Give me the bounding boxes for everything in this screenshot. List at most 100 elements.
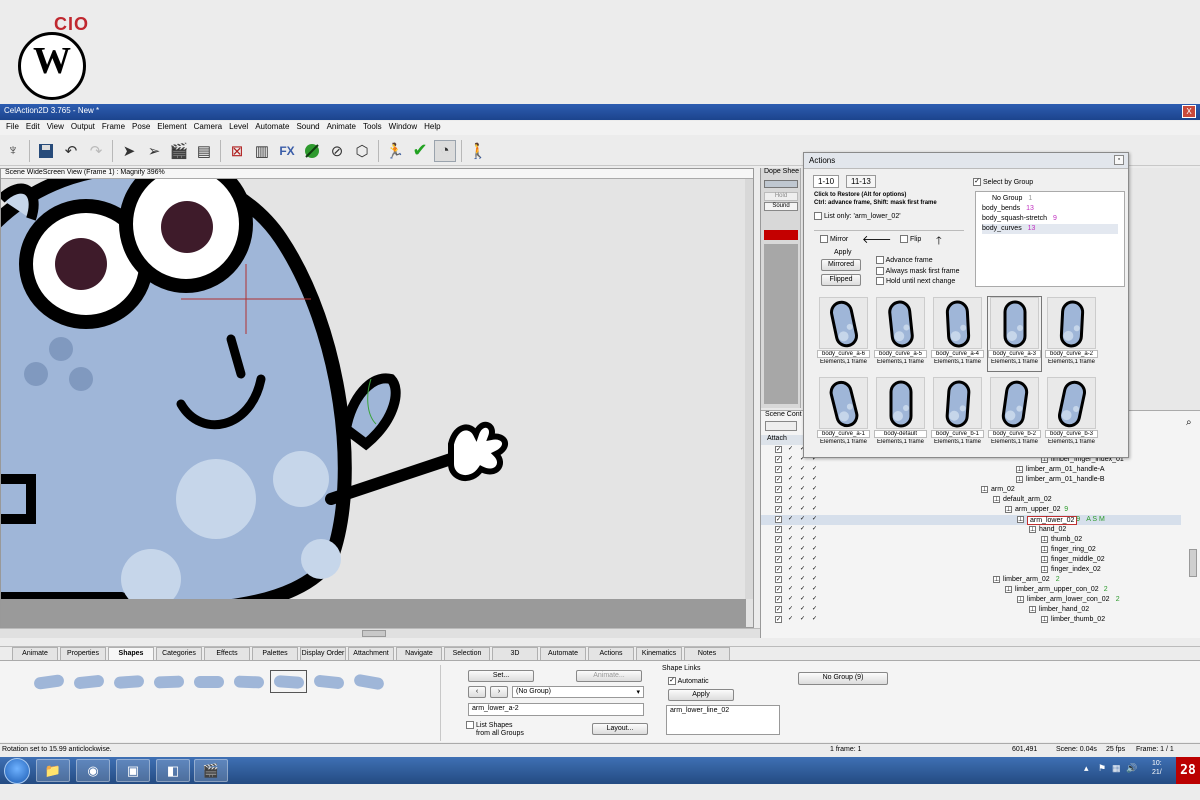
tab-shapes[interactable]: Shapes — [108, 647, 154, 660]
tab-navigate[interactable]: Navigate — [396, 647, 442, 660]
tree-row[interactable]: ✓ ✓ ✓ ✓ ⊥ finger_ring_02 — [761, 545, 1181, 555]
node-icon[interactable]: ⊥ — [1041, 536, 1048, 543]
action-thumbnail[interactable]: body_curve_a-2 Elements,1 frame — [1045, 297, 1098, 371]
shape-links-list[interactable]: arm_lower_line_02 — [666, 705, 780, 735]
visibility-check[interactable]: ✓ — [811, 566, 818, 573]
save-icon[interactable] — [35, 140, 57, 162]
group-list[interactable]: No Group 1 body_bends 13 body_squash-str… — [975, 191, 1125, 287]
hold-until-checkbox[interactable]: Hold until next change — [876, 277, 955, 285]
visibility-check[interactable]: ✓ — [799, 516, 806, 523]
node-icon[interactable]: ⊥ — [1041, 566, 1048, 573]
action-thumbnail[interactable]: body_curve_a-5 Elements,1 frame — [874, 297, 927, 371]
node-icon[interactable]: ⊥ — [1005, 586, 1012, 593]
shape-button[interactable] — [110, 670, 147, 693]
no-group-button[interactable]: No Group (9) — [798, 672, 888, 685]
tree-row[interactable]: ✓ ✓ ✓ ✓ ⊥ limber_hand_02 — [761, 605, 1181, 615]
node-icon[interactable]: ⊥ — [1017, 516, 1024, 523]
visibility-check[interactable]: ✓ — [799, 556, 806, 563]
menu-automate[interactable]: Automate — [255, 122, 289, 134]
scene-control-button[interactable] — [765, 421, 797, 431]
sound-button[interactable]: Sound — [764, 202, 798, 211]
scene-vertical-scrollbar[interactable] — [745, 179, 753, 599]
visibility-check[interactable]: ✓ — [811, 606, 818, 613]
visibility-check[interactable]: ✓ — [787, 596, 794, 603]
menu-frame[interactable]: Frame — [102, 122, 125, 134]
start-button[interactable] — [4, 758, 30, 784]
checkmark-icon[interactable]: ✔ — [409, 140, 431, 162]
tab-kinematics[interactable]: Kinematics — [636, 647, 682, 660]
tab-attachment[interactable]: Attachment — [348, 647, 394, 660]
tray-clock[interactable]: 10: 21/ — [1152, 759, 1162, 777]
visibility-check[interactable]: ✓ — [811, 526, 818, 533]
checkbox[interactable] — [814, 212, 822, 220]
menu-animate[interactable]: Animate — [327, 122, 356, 134]
visibility-check[interactable]: ✓ — [775, 536, 782, 543]
tree-row[interactable]: ✓ ✓ ✓ ✓ ⊥ limber_arm_01_handle-A — [761, 465, 1181, 475]
visibility-check[interactable]: ✓ — [787, 496, 794, 503]
flag-icon[interactable]: ⚑ — [1098, 763, 1106, 774]
checkbox[interactable] — [876, 267, 884, 275]
tree-row[interactable]: ✓ ✓ ✓ ✓ ⊥ default_arm_02 — [761, 495, 1181, 505]
visibility-check[interactable]: ✓ — [811, 556, 818, 563]
visibility-check[interactable]: ✓ — [787, 546, 794, 553]
menu-tools[interactable]: Tools — [363, 122, 382, 134]
visibility-check[interactable]: ✓ — [787, 566, 794, 573]
list-shapes-checkbox[interactable]: List Shapes — [466, 721, 513, 729]
bars-icon[interactable]: ▥ — [251, 140, 273, 162]
group-select[interactable]: (No Group) ▾ — [512, 686, 644, 698]
tray-arrow-icon[interactable]: ▴ — [1084, 763, 1089, 774]
node-icon[interactable]: ⊥ — [1029, 606, 1036, 613]
shape-button[interactable] — [310, 670, 347, 693]
visibility-check[interactable]: ✓ — [787, 616, 794, 623]
app-icon[interactable]: ▣ — [116, 759, 150, 782]
checkbox[interactable] — [466, 721, 474, 729]
scene-canvas[interactable] — [1, 169, 746, 616]
network-icon[interactable]: ▦ — [1112, 763, 1121, 774]
tree-row[interactable]: ✓ ✓ ✓ ✓ ⊥ finger_index_02 — [761, 565, 1181, 575]
visibility-check[interactable]: ✓ — [775, 486, 782, 493]
shapes-icon[interactable]: ⬡ — [351, 140, 373, 162]
list-only-checkbox[interactable]: List only: 'arm_lower_02' — [814, 212, 901, 220]
undo-icon[interactable]: ↶ — [60, 140, 82, 162]
visibility-check[interactable]: ✓ — [799, 506, 806, 513]
visibility-check[interactable]: ✓ — [811, 576, 818, 583]
visibility-check[interactable]: ✓ — [787, 466, 794, 473]
puppet-icon[interactable]: ♆ — [2, 140, 24, 162]
visibility-check[interactable]: ✓ — [799, 586, 806, 593]
next-shape-button[interactable]: › — [490, 686, 508, 698]
action-thumbnail[interactable]: body_curve_a-1 Elements,1 frame — [817, 377, 870, 451]
menu-sound[interactable]: Sound — [296, 122, 319, 134]
node-icon[interactable]: ⊥ — [993, 576, 1000, 583]
green-circle-icon[interactable] — [301, 140, 323, 162]
tree-row[interactable]: ✓ ✓ ✓ ✓ ⊥ limber_arm_lower_con_02 2 — [761, 595, 1181, 605]
visibility-check[interactable]: ✓ — [799, 576, 806, 583]
prev-shape-button[interactable]: ‹ — [468, 686, 486, 698]
visibility-check[interactable]: ✓ — [811, 616, 818, 623]
visibility-check[interactable]: ✓ — [775, 556, 782, 563]
node-icon[interactable]: ⊥ — [993, 496, 1000, 503]
tree-row[interactable]: ✓ ✓ ✓ ✓ ⊥ limber_arm_02 2 — [761, 575, 1181, 585]
tab-actions[interactable]: Actions — [588, 647, 634, 660]
layout-button[interactable]: Layout... — [592, 723, 648, 735]
tab-categories[interactable]: Categories — [156, 647, 202, 660]
action-thumbnail[interactable]: body_curve_a-4 Elements,1 frame — [931, 297, 984, 371]
animate-button[interactable]: Animate... — [576, 670, 642, 682]
checkbox[interactable]: ✓ — [973, 178, 981, 186]
subselect-arrow-icon[interactable]: ➢ — [143, 140, 165, 162]
menu-window[interactable]: Window — [389, 122, 417, 134]
tree-row[interactable]: ✓ ✓ ✓ ✓ ⊥ limber_arm_01_handle-B — [761, 475, 1181, 485]
runner-icon[interactable]: 🏃 — [384, 140, 406, 162]
visibility-check[interactable]: ✓ — [775, 586, 782, 593]
grid-x-icon[interactable]: ⊠ — [226, 140, 248, 162]
menu-view[interactable]: View — [47, 122, 64, 134]
menu-edit[interactable]: Edit — [26, 122, 40, 134]
tree-scrollbar-thumb[interactable] — [1189, 549, 1197, 577]
set-button[interactable]: Set... — [468, 670, 534, 682]
menu-pose[interactable]: Pose — [132, 122, 150, 134]
visibility-check[interactable]: ✓ — [799, 526, 806, 533]
visibility-check[interactable]: ✓ — [775, 526, 782, 533]
group-item[interactable]: body_curves 13 — [982, 224, 1118, 234]
visibility-check[interactable]: ✓ — [811, 516, 818, 523]
visibility-check[interactable]: ✓ — [775, 566, 782, 573]
tree-row[interactable]: ✓ ✓ ✓ ✓ ⊥ arm_upper_02 9 — [761, 505, 1181, 515]
